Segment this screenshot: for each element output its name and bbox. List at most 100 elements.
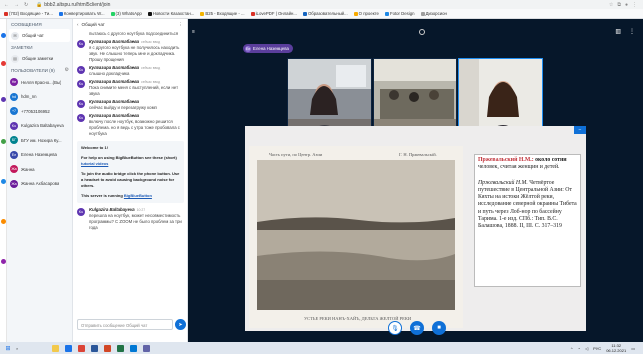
bookmark-item[interactable]: Fotor Design [384, 11, 415, 16]
avatar: Жа [10, 179, 18, 188]
back-arrow-icon[interactable]: ← [4, 2, 9, 8]
more-options-icon[interactable]: ⋮ [178, 22, 183, 28]
app-icon[interactable] [1, 33, 6, 38]
app-icon[interactable] [1, 219, 6, 224]
message-author: Кулгазира Балтабаева [89, 113, 140, 118]
camera-button[interactable]: ■ [432, 321, 446, 335]
chat-message: Ku Кулгазира Балтабаева включу после ноутб… [73, 112, 188, 138]
bookmark-icon [250, 11, 255, 16]
slide-text-rest: человек, считая женщин и детей. [478, 164, 560, 171]
windows-start-icon[interactable]: ⊞ [0, 345, 16, 352]
send-button[interactable]: ➤ [175, 319, 186, 330]
app-icon[interactable] [1, 97, 6, 102]
chat-input[interactable]: Отправить сообщение Общий чат [77, 319, 173, 330]
chevron-up-icon[interactable]: ^ [571, 346, 573, 351]
message-text: слышно докладчика [89, 71, 130, 76]
user-list-item[interactable]: БГ БГУ им. Нохира Ку... [7, 133, 72, 148]
powerpoint-icon[interactable] [104, 344, 111, 352]
folder-icon[interactable] [52, 344, 59, 352]
clock[interactable]: 11:32 06.12.2021 [606, 343, 626, 353]
tutorial-link[interactable]: tutorial videos [81, 161, 108, 166]
user-list-item[interactable]: +7 +77053106952 [7, 104, 72, 119]
user-list-item[interactable]: Жа Жанна Ахбасарова [7, 177, 72, 192]
chrome-icon[interactable] [78, 344, 85, 352]
welcome-message: Welcome to 1! For help on using BigBlueB… [77, 141, 184, 203]
message-author: Kulgazira Baltabayeva [89, 207, 135, 212]
microphone-button[interactable]: 🎙 [388, 321, 402, 335]
bookmark-icon [353, 11, 358, 16]
profile-icon[interactable]: ● [625, 2, 628, 8]
teams-icon[interactable] [143, 344, 150, 352]
bookmark-icon [384, 11, 389, 16]
bookmark-item[interactable]: (3) WhatsApp [110, 11, 142, 16]
bookmark-item[interactable]: Новости Казахстан... [147, 11, 194, 16]
bookmark-item[interactable]: Образовательный... [302, 11, 348, 16]
record-icon[interactable] [419, 29, 425, 35]
message-text: пытаюсь с другого ноутбука подсоединитьс… [89, 31, 179, 36]
bookmark-icon [420, 11, 425, 16]
wifi-icon[interactable]: ◔ [578, 346, 580, 351]
toggle-sidebar-icon[interactable]: ≡ [192, 29, 195, 35]
mail-icon[interactable] [130, 344, 137, 352]
star-icon[interactable]: ☆ [609, 2, 613, 8]
message-text: я с другого ноутбука не получилось наход… [89, 45, 180, 62]
app-icon[interactable] [1, 259, 6, 264]
volume-icon[interactable]: ◁ [585, 346, 588, 351]
slide-text: Пржевальский Н.М.: около сотни человек, … [474, 154, 581, 287]
connection-icon[interactable]: ▥ [615, 28, 621, 35]
language-indicator[interactable]: РУС [593, 346, 601, 351]
app-icon[interactable] [1, 61, 6, 66]
menu-icon[interactable]: ⋮ [632, 2, 637, 8]
bookmark-item[interactable]: Конвертировать W... [58, 11, 105, 16]
slide-ref-text: Четвёртое путешествие в Центральной Азии… [478, 179, 577, 230]
user-list-item[interactable]: Не Нелля Красно...(Вы) [7, 75, 72, 90]
bookmark-item[interactable]: Дизорсион [420, 11, 447, 16]
edge-icon[interactable] [65, 344, 72, 352]
bookmark-item[interactable]: (702) Входящие - Ти... [4, 11, 53, 16]
excel-icon[interactable] [117, 344, 124, 352]
avatar: Не [10, 78, 18, 87]
bookmark-item[interactable]: B25 - Входящие - ... [200, 11, 245, 16]
reload-icon[interactable]: ↻ [24, 2, 28, 8]
search-icon[interactable]: ⌕ [16, 346, 52, 351]
chat-messages: пытаюсь с другого ноутбука подсоединитьс… [73, 30, 188, 322]
word-icon[interactable] [91, 344, 98, 352]
minimize-presentation-icon[interactable]: − [574, 126, 586, 134]
bookmarks-bar: (702) Входящие - Ти... Конвертировать W..… [0, 9, 643, 19]
welcome-title: Welcome to 1! [81, 145, 109, 150]
chat-header: ‹ Общий чат ⋮ [73, 19, 187, 30]
options-icon[interactable]: ⋮ [629, 28, 635, 35]
bookmark-item[interactable]: iLovePDF | Онлайн... [250, 11, 297, 16]
chat-message: Ku Кулгазира Балтабаева сейчас ввод слышно … [73, 64, 188, 78]
user-list-item[interactable]: hd hdm_nn [7, 90, 72, 105]
shared-notes-item[interactable]: ▤ Общие заметки [7, 52, 72, 65]
browser-nav: ← → ↻ [0, 2, 36, 8]
headphones-icon: ☎ [413, 325, 421, 332]
avatar: Ku [77, 100, 85, 108]
user-list-item[interactable]: Жа Жанна [7, 162, 72, 177]
photo-caption-right: Г. Н. Пржевальскій. [399, 152, 437, 157]
app-icon[interactable] [1, 139, 6, 144]
extensions-icon[interactable]: ⧉ [617, 2, 621, 8]
notifications-icon[interactable]: ▭ [631, 346, 635, 351]
bbb-link[interactable]: BigBlueButton [124, 193, 152, 198]
browser-extensions: ☆ ⧉ ● ⋮ [609, 2, 643, 8]
avatar: Ku [10, 121, 18, 130]
avatar: Ku [77, 66, 85, 74]
message-list: пытаюсь с другого ноутбука подсоединитьс… [73, 30, 188, 138]
audio-button[interactable]: ☎ [410, 321, 424, 335]
message-text: сейчас выйду и перезагружу комп [89, 105, 157, 110]
slide-text-bold: около сотни [535, 157, 567, 163]
gear-icon[interactable]: ⚙ [65, 67, 69, 73]
forward-arrow-icon[interactable]: → [14, 2, 19, 8]
user-list-item[interactable]: Ku Kulgazira Baltabayeva [7, 119, 72, 134]
chevron-left-icon[interactable]: ‹ [77, 22, 79, 27]
messages-heading: СООБЩЕНИЯ [11, 22, 42, 27]
app-icon[interactable] [1, 179, 6, 184]
public-chat-item[interactable]: ✉ Общий чат [9, 29, 70, 42]
user-name: Kulgazira Baltabayeva [21, 123, 64, 129]
url-field[interactable]: 🔒 bbb2.altspu.ru/html5client/join [36, 2, 609, 8]
user-list-item[interactable]: Ел Елена Наземцева [7, 148, 72, 163]
bookmark-item[interactable]: О проекте [353, 11, 379, 16]
windows-taskbar: ⊞ ⌕ ^ ◔ ◁ РУС 11:32 06.12.2021 ▭ [0, 342, 643, 354]
